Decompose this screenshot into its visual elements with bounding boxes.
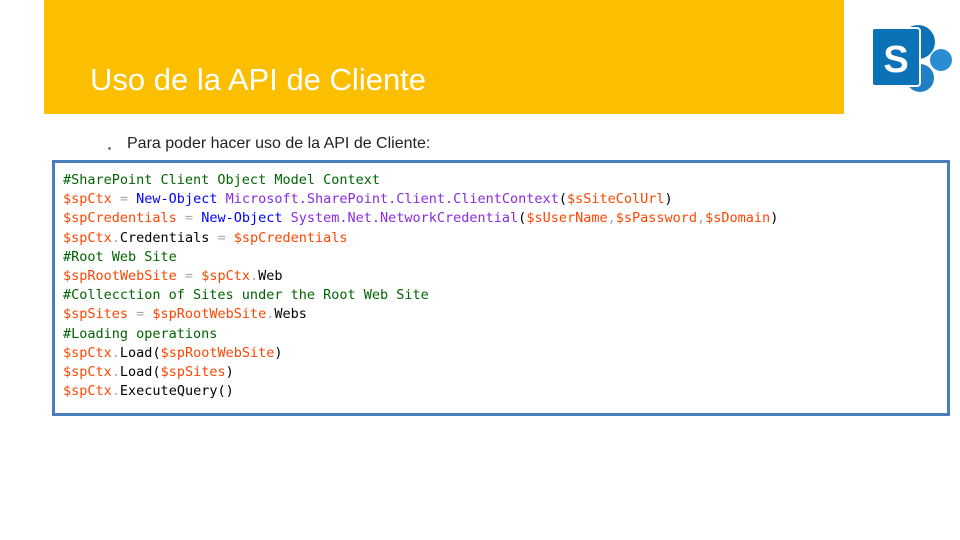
code-token-var: $spCtx <box>201 267 250 284</box>
code-line: $spCtx.Load($spSites) <box>63 363 947 382</box>
code-token-op: . <box>111 229 120 246</box>
code-line: $spCredentials = New-Object System.Net.N… <box>63 209 947 228</box>
code-token-var: $spCtx <box>63 363 112 380</box>
code-token-member: Credentials <box>119 229 210 246</box>
code-token-punct: ) <box>274 344 283 361</box>
code-token-var: $sSiteColUrl <box>566 191 665 208</box>
code-token-var: $sPassword <box>615 210 698 227</box>
code-token-var: $spRootWebSite <box>152 306 267 323</box>
code-token-comment: #Collecction of Sites under the Root Web… <box>63 287 429 304</box>
code-token-type: System.Net.NetworkCredential <box>282 210 519 227</box>
code-token-cmdlet: New-Object <box>201 210 283 227</box>
code-token-comment: #SharePoint Client Object Model Context <box>63 172 380 188</box>
code-token-member: ExecuteQuery <box>119 383 218 400</box>
code-line: #SharePoint Client Object Model Context <box>63 171 947 190</box>
bullet-item: Para poder hacer uso de la API de Client… <box>108 133 430 155</box>
code-token-op: = <box>209 229 234 246</box>
code-line: $spCtx = New-Object Microsoft.SharePoint… <box>63 190 947 209</box>
code-token-punct: ( <box>152 363 161 380</box>
code-token-op: . <box>111 383 120 400</box>
code-token-member: Load <box>119 363 153 380</box>
code-token-punct: ( <box>152 344 161 361</box>
code-line: $spCtx.Credentials = $spCredentials <box>63 229 947 248</box>
code-token-member: Web <box>258 267 283 284</box>
code-token-op: = <box>128 306 153 323</box>
code-line: $spSites = $spRootWebSite.Webs <box>63 305 947 324</box>
code-token-var: $spSites <box>160 363 226 380</box>
code-token-var: $sDomain <box>705 210 771 227</box>
code-token-punct: ) <box>664 191 673 208</box>
slide-title: Uso de la API de Cliente <box>90 62 427 97</box>
code-line: $spCtx.Load($spRootWebSite) <box>63 344 947 363</box>
code-token-comment: #Loading operations <box>63 325 218 342</box>
code-line: #Loading operations <box>63 325 947 344</box>
code-token-op: , <box>697 210 706 227</box>
code-token-op: . <box>111 363 120 380</box>
code-token-var: $spCredentials <box>233 229 348 246</box>
code-line: #Collecction of Sites under the Root Web… <box>63 286 947 305</box>
code-line: $spRootWebSite = $spCtx.Web <box>63 267 947 286</box>
code-token-var: $spCtx <box>63 383 112 400</box>
code-token-var: $sUserName <box>526 210 608 227</box>
code-token-op: , <box>607 210 616 227</box>
code-token-var: $spSites <box>63 306 129 323</box>
code-token-op: = <box>176 210 202 227</box>
code-token-var: $spCtx <box>63 344 112 361</box>
code-token-member: Load <box>119 344 153 361</box>
code-token-var: $spRootWebSite <box>63 267 177 284</box>
code-token-op: = <box>111 191 137 208</box>
logo-letter: S <box>883 39 908 81</box>
code-block: #SharePoint Client Object Model Context $… <box>52 160 950 416</box>
code-token-punct: ( <box>558 191 567 208</box>
code-token-type: Microsoft.SharePoint.Client.ClientContex… <box>217 191 559 208</box>
code-token-punct: ) <box>225 363 234 380</box>
code-line: $spCtx.ExecuteQuery() <box>63 382 947 401</box>
sharepoint-logo-icon: S <box>871 25 952 92</box>
code-token-var: $spCtx <box>63 229 112 246</box>
code-token-var: $spRootWebSite <box>160 344 275 361</box>
bullet-dot <box>108 146 111 150</box>
code-token-comment: #Root Web Site <box>63 248 177 265</box>
code-token-member: Webs <box>274 306 307 323</box>
code-token-op: . <box>249 267 259 284</box>
code-token-var: $spCredentials <box>63 210 177 227</box>
code-token-op: = <box>176 267 202 284</box>
code-token-var: $spCtx <box>63 191 112 208</box>
code-token-punct: () <box>217 383 234 400</box>
code-token-cmdlet: New-Object <box>136 191 218 208</box>
code-line: #Root Web Site <box>63 248 947 267</box>
bullet-text: Para poder hacer uso de la API de Client… <box>127 135 431 152</box>
code-token-op: . <box>111 344 120 361</box>
code-token-punct: ) <box>770 210 779 227</box>
